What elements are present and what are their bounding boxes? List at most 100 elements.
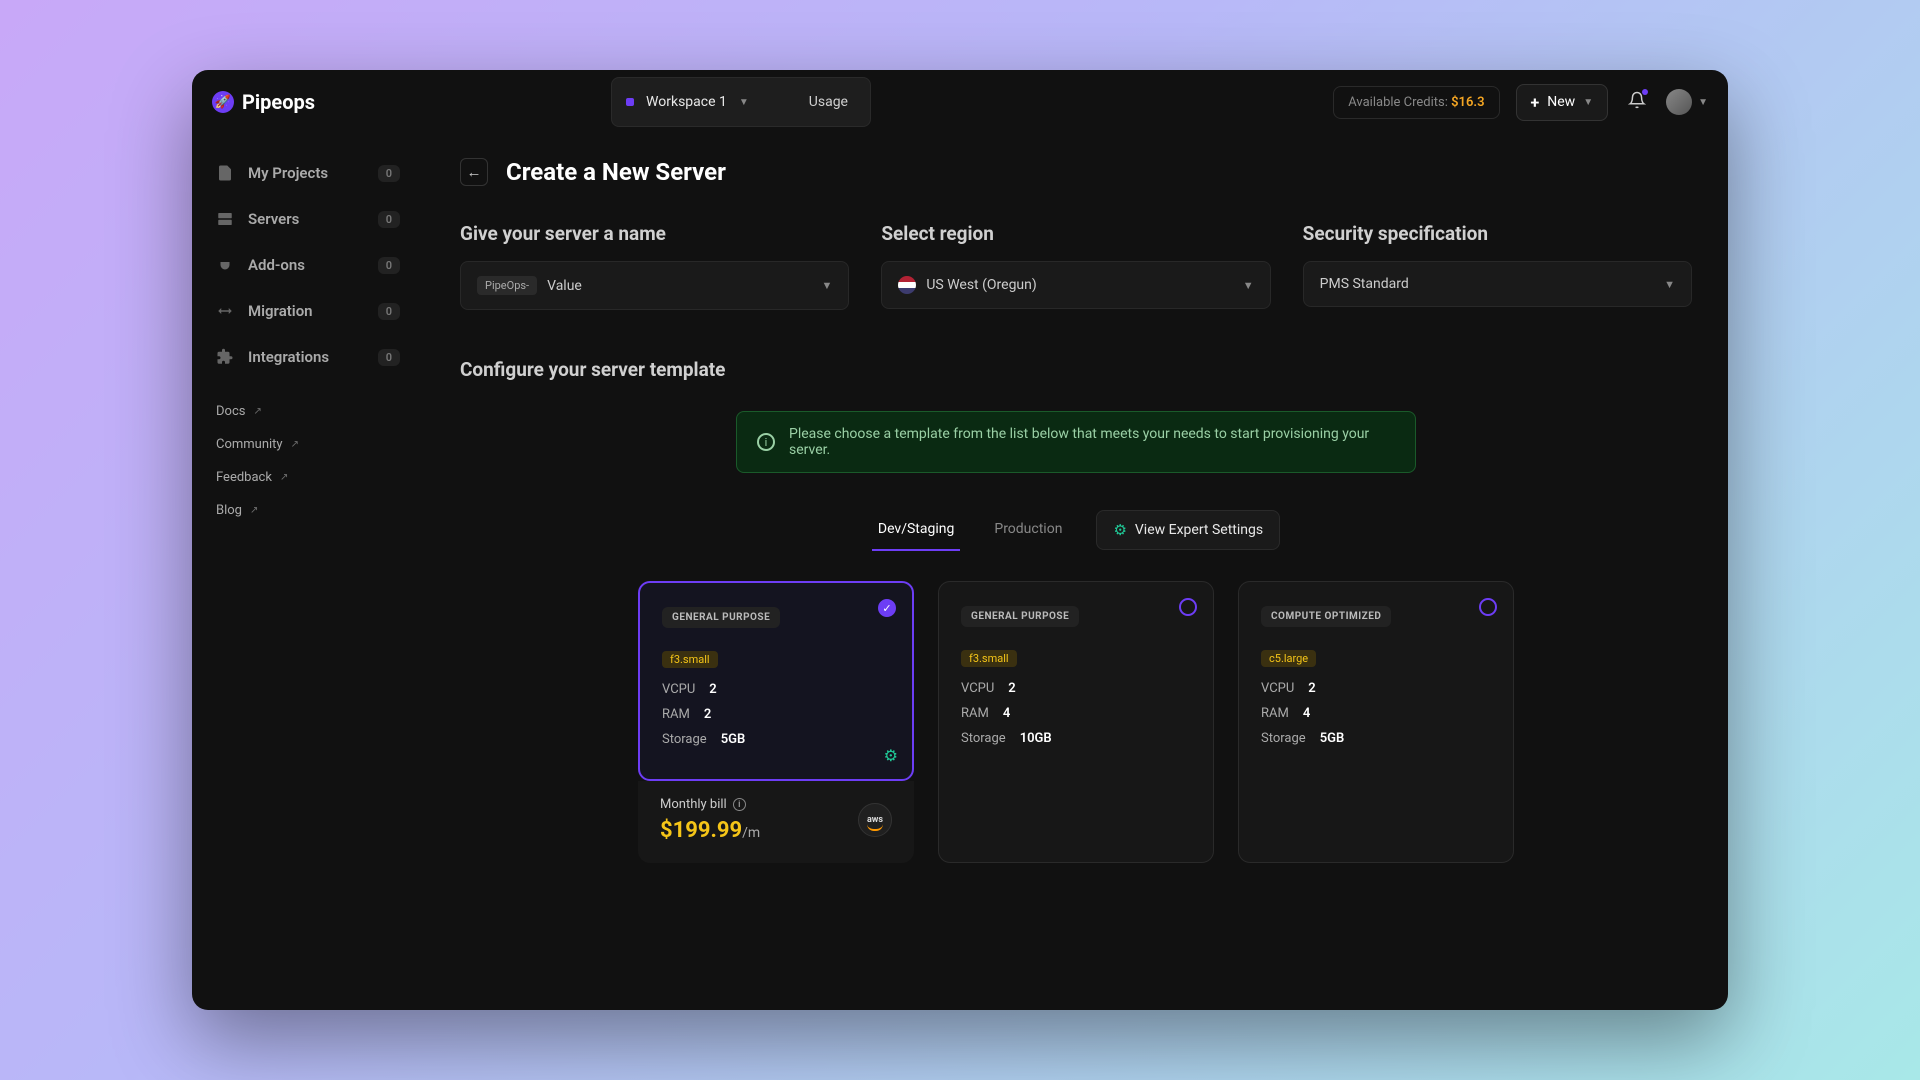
region-col: Select region US West (Oregun) ▼ [881,222,1270,310]
region-selector[interactable]: US West (Oregun) ▼ [881,261,1270,309]
user-menu[interactable]: ▼ [1666,89,1708,115]
ram-value: 4 [1303,706,1310,721]
sidebar-item-badge: 0 [378,211,400,228]
app-window: Pipeops Workspace 1 ▼ Usage Available Cr… [192,70,1728,1010]
storage-label: Storage [961,731,1006,746]
sidebar: My Projects 0 Servers 0 Add-ons 0 Migrat… [192,134,424,1010]
body: My Projects 0 Servers 0 Add-ons 0 Migrat… [192,134,1728,1010]
storage-label: Storage [1261,731,1306,746]
sidebar-item-integrations[interactable]: Integrations 0 [200,334,416,380]
link-feedback[interactable]: Feedback↗ [216,470,400,485]
chevron-down-icon: ▼ [739,97,749,108]
vcpu-value: 2 [1008,681,1015,696]
region-value: US West (Oregun) [926,277,1036,293]
sidebar-item-addons[interactable]: Add-ons 0 [200,242,416,288]
ram-label: RAM [961,706,989,721]
puzzle-icon [216,348,234,366]
name-value: Value [547,278,582,294]
gear-icon[interactable]: ⚙ [884,746,898,765]
new-button-label: New [1547,94,1575,110]
plug-icon [216,256,234,274]
external-link-icon: ↗ [291,439,299,450]
radio-unselected-icon [1179,598,1197,616]
link-blog[interactable]: Blog↗ [216,503,400,518]
flag-us-icon [898,276,916,294]
info-text: Please choose a template from the list b… [789,426,1395,458]
radio-selected-icon: ✓ [878,599,896,617]
workspace-selector[interactable]: Workspace 1 ▼ Usage [611,77,871,127]
storage-value: 10GB [1020,731,1052,746]
logo[interactable]: Pipeops [212,90,315,114]
template-category: GENERAL PURPOSE [961,606,1079,627]
ram-value: 2 [704,707,711,722]
radio-unselected-icon [1479,598,1497,616]
swap-icon [216,302,234,320]
billing-panel: Monthly bill i $199.99/m aws [638,781,914,863]
chevron-down-icon: ▼ [1243,279,1254,292]
security-col: Security specification PMS Standard ▼ [1303,222,1692,310]
template-category: GENERAL PURPOSE [662,607,780,628]
security-label: Security specification [1303,222,1692,245]
server-name-col: Give your server a name PipeOps- Value ▼ [460,222,849,310]
vcpu-label: VCPU [662,682,695,697]
chevron-down-icon: ▼ [1698,97,1708,108]
tabs-row: Dev/Staging Production ⚙ View Expert Set… [460,509,1692,551]
instance-type: f3.small [662,651,718,668]
sidebar-item-label: Add-ons [248,256,305,274]
template-card-1[interactable]: GENERAL PURPOSE f3.small VCPU 2 RAM 4 Stor… [938,581,1214,863]
main-content: ← Create a New Server Give your server a… [424,134,1728,1010]
sidebar-item-badge: 0 [378,165,400,182]
new-button[interactable]: + New ▼ [1516,84,1609,121]
gear-icon: ⚙ [1113,521,1126,539]
sidebar-item-badge: 0 [378,257,400,274]
chevron-down-icon: ▼ [1583,97,1593,108]
instance-type: f3.small [961,650,1017,667]
storage-value: 5GB [721,732,746,747]
avatar [1666,89,1692,115]
name-prefix: PipeOps- [477,276,537,295]
sidebar-item-migration[interactable]: Migration 0 [200,288,416,334]
server-name-field[interactable]: PipeOps- Value ▼ [460,261,849,310]
sidebar-item-badge: 0 [378,349,400,366]
notifications-bell-icon[interactable] [1624,87,1650,118]
template-category: COMPUTE OPTIMIZED [1261,606,1391,627]
security-selector[interactable]: PMS Standard ▼ [1303,261,1692,307]
ram-value: 4 [1003,706,1010,721]
tab-dev-staging[interactable]: Dev/Staging [872,509,960,551]
ram-label: RAM [1261,706,1289,721]
chevron-down-icon: ▼ [821,279,832,292]
storage-value: 5GB [1320,731,1345,746]
instance-type: c5.large [1261,650,1316,667]
credits-prefix: Available Credits: [1348,95,1448,110]
info-icon[interactable]: i [733,798,746,811]
server-icon [216,210,234,228]
sidebar-item-badge: 0 [378,303,400,320]
usage-link[interactable]: Usage [801,86,856,118]
storage-label: Storage [662,732,707,747]
vcpu-label: VCPU [961,681,994,696]
sidebar-item-label: Migration [248,302,313,320]
external-links: Docs↗ Community↗ Feedback↗ Blog↗ [200,404,416,518]
sidebar-item-label: Integrations [248,348,329,366]
back-button[interactable]: ← [460,158,488,186]
sidebar-item-projects[interactable]: My Projects 0 [200,150,416,196]
external-link-icon: ↗ [253,406,261,417]
info-icon: i [757,433,775,451]
chevron-down-icon: ▼ [1664,278,1675,291]
expert-settings-button[interactable]: ⚙ View Expert Settings [1096,510,1280,550]
page-header: ← Create a New Server [460,158,1692,186]
file-icon [216,164,234,182]
template-card-2[interactable]: COMPUTE OPTIMIZED c5.large VCPU2 RAM4 St… [1238,581,1514,863]
sidebar-item-label: My Projects [248,164,328,182]
link-docs[interactable]: Docs↗ [216,404,400,419]
billing-label: Monthly bill i [660,797,760,812]
ram-label: RAM [662,707,690,722]
sidebar-item-servers[interactable]: Servers 0 [200,196,416,242]
tab-production[interactable]: Production [988,509,1068,551]
server-name-label: Give your server a name [460,222,849,245]
link-community[interactable]: Community↗ [216,437,400,452]
workspace-dot-icon [626,98,634,106]
logo-icon [212,91,234,113]
template-section-title: Configure your server template [460,358,1692,381]
template-card-0[interactable]: ✓ GENERAL PURPOSE f3.small VCPU2 RAM2 St… [638,581,914,781]
